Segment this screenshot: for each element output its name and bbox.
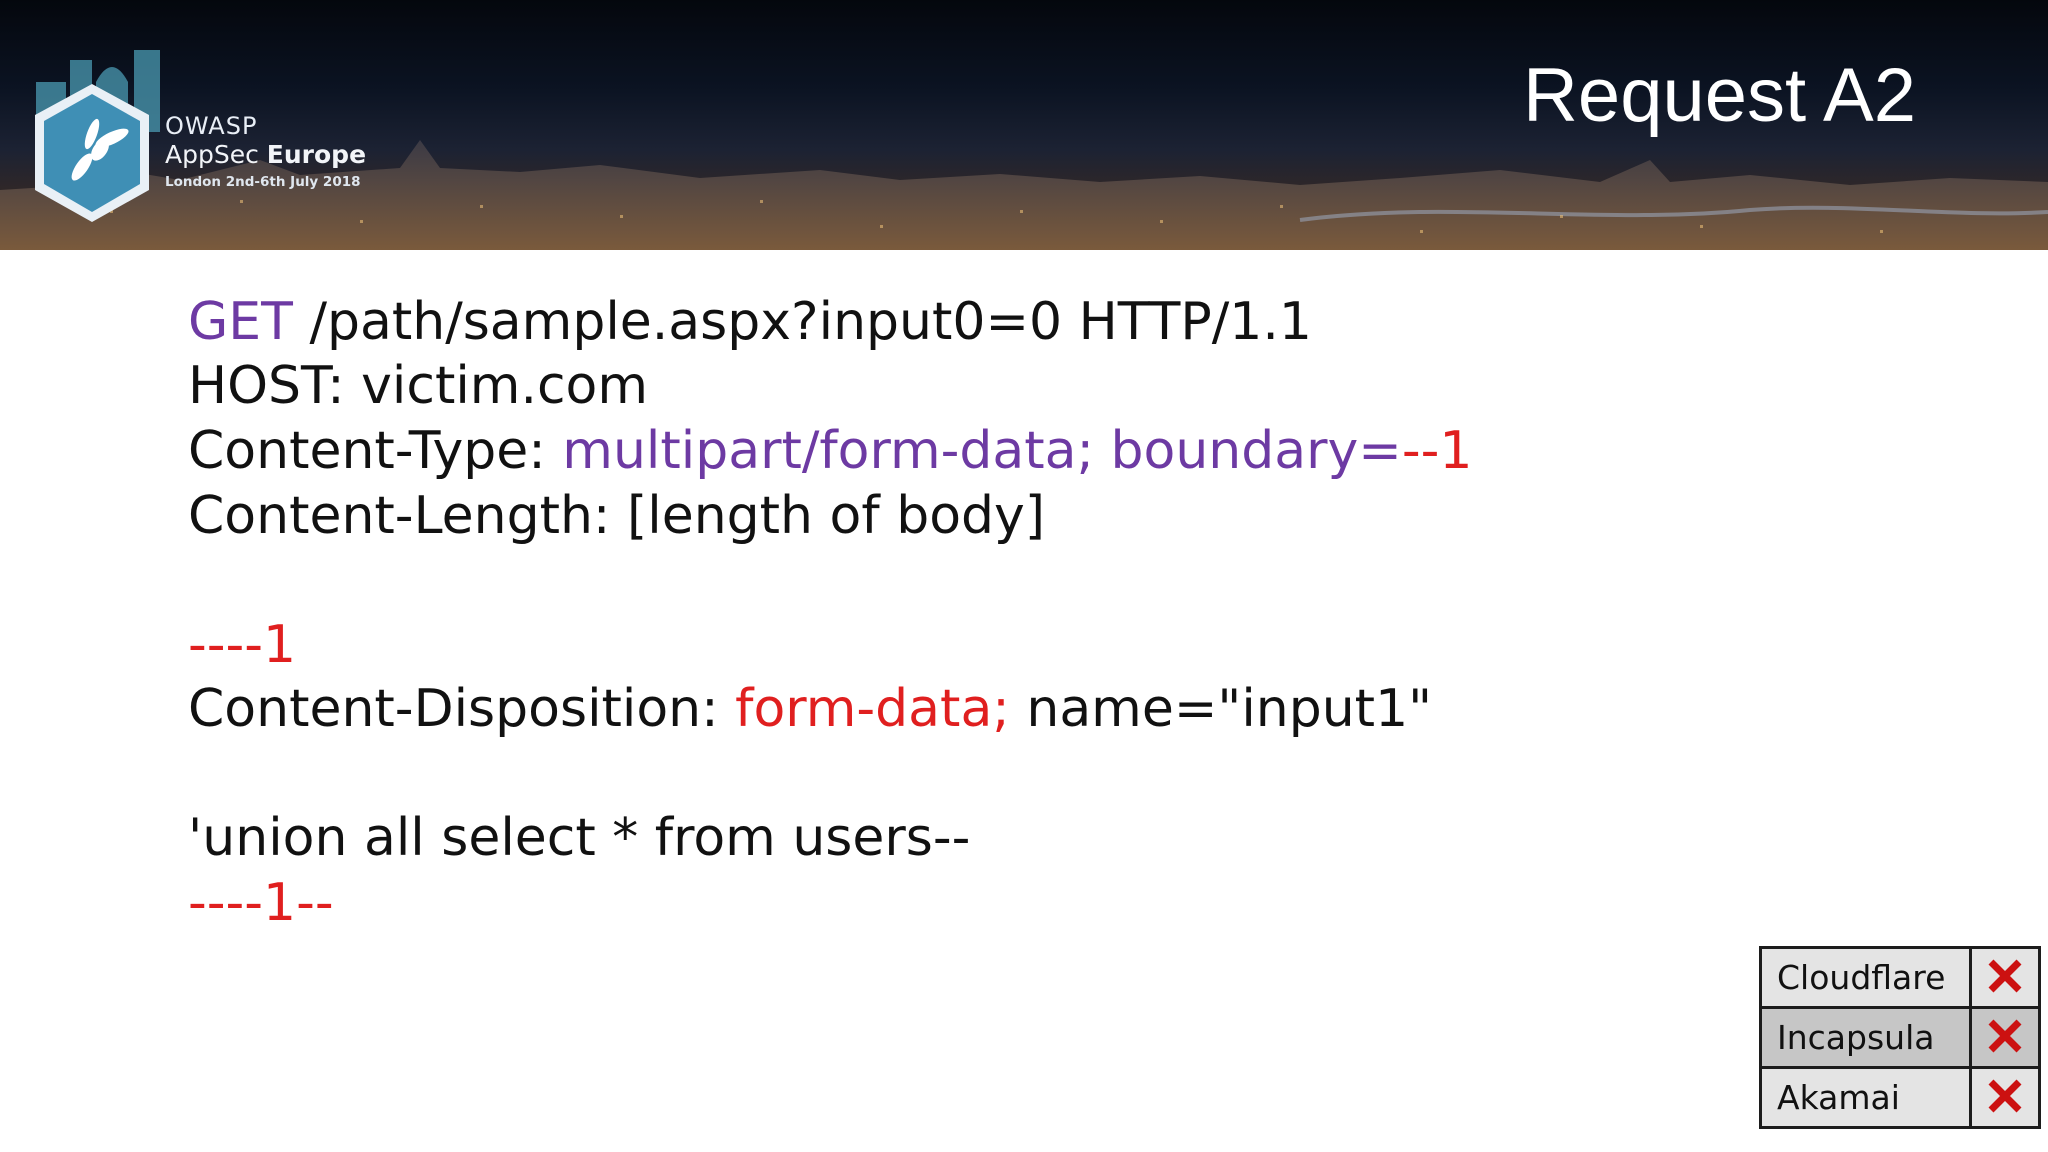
slide-title: Request A2 (1523, 53, 1916, 138)
red-x-icon (1988, 1079, 2022, 1112)
boundary-end: ----1-- (188, 873, 334, 933)
event-name: AppSec Europe (165, 140, 367, 169)
waf-row-cloudflare: Cloudflare (1759, 946, 2041, 1009)
waf-name: Incapsula (1759, 1006, 1972, 1069)
content-type-header: Content-Type: multipart/form-data; bound… (188, 421, 1473, 481)
header-banner: OWASP AppSec Europe London 2nd-6th July … (0, 0, 2048, 250)
request-line: GET /path/sample.aspx?input0=0 HTTP/1.1 (188, 292, 1312, 352)
sql-payload: 'union all select * from users-- (188, 808, 971, 868)
waf-row-akamai: Akamai (1759, 1066, 2041, 1129)
waf-name: Akamai (1759, 1066, 1972, 1129)
red-x-icon (1988, 959, 2022, 992)
waf-name: Cloudflare (1759, 946, 1972, 1009)
http-method: GET (188, 292, 293, 352)
content-disposition-header: Content-Disposition: form-data; name="in… (188, 679, 1433, 739)
event-dates: London 2nd-6th July 2018 (165, 174, 361, 190)
boundary-start: ----1 (188, 615, 297, 675)
content-length-header: Content-Length: [length of body] (188, 486, 1046, 546)
owasp-wordmark: OWASP (165, 112, 258, 140)
host-header: HOST: victim.com (188, 356, 649, 416)
waf-results-table: Cloudflare Incapsula Akamai (1759, 946, 2041, 1129)
waf-row-incapsula: Incapsula (1759, 1006, 2041, 1069)
red-x-icon (1988, 1019, 2022, 1052)
